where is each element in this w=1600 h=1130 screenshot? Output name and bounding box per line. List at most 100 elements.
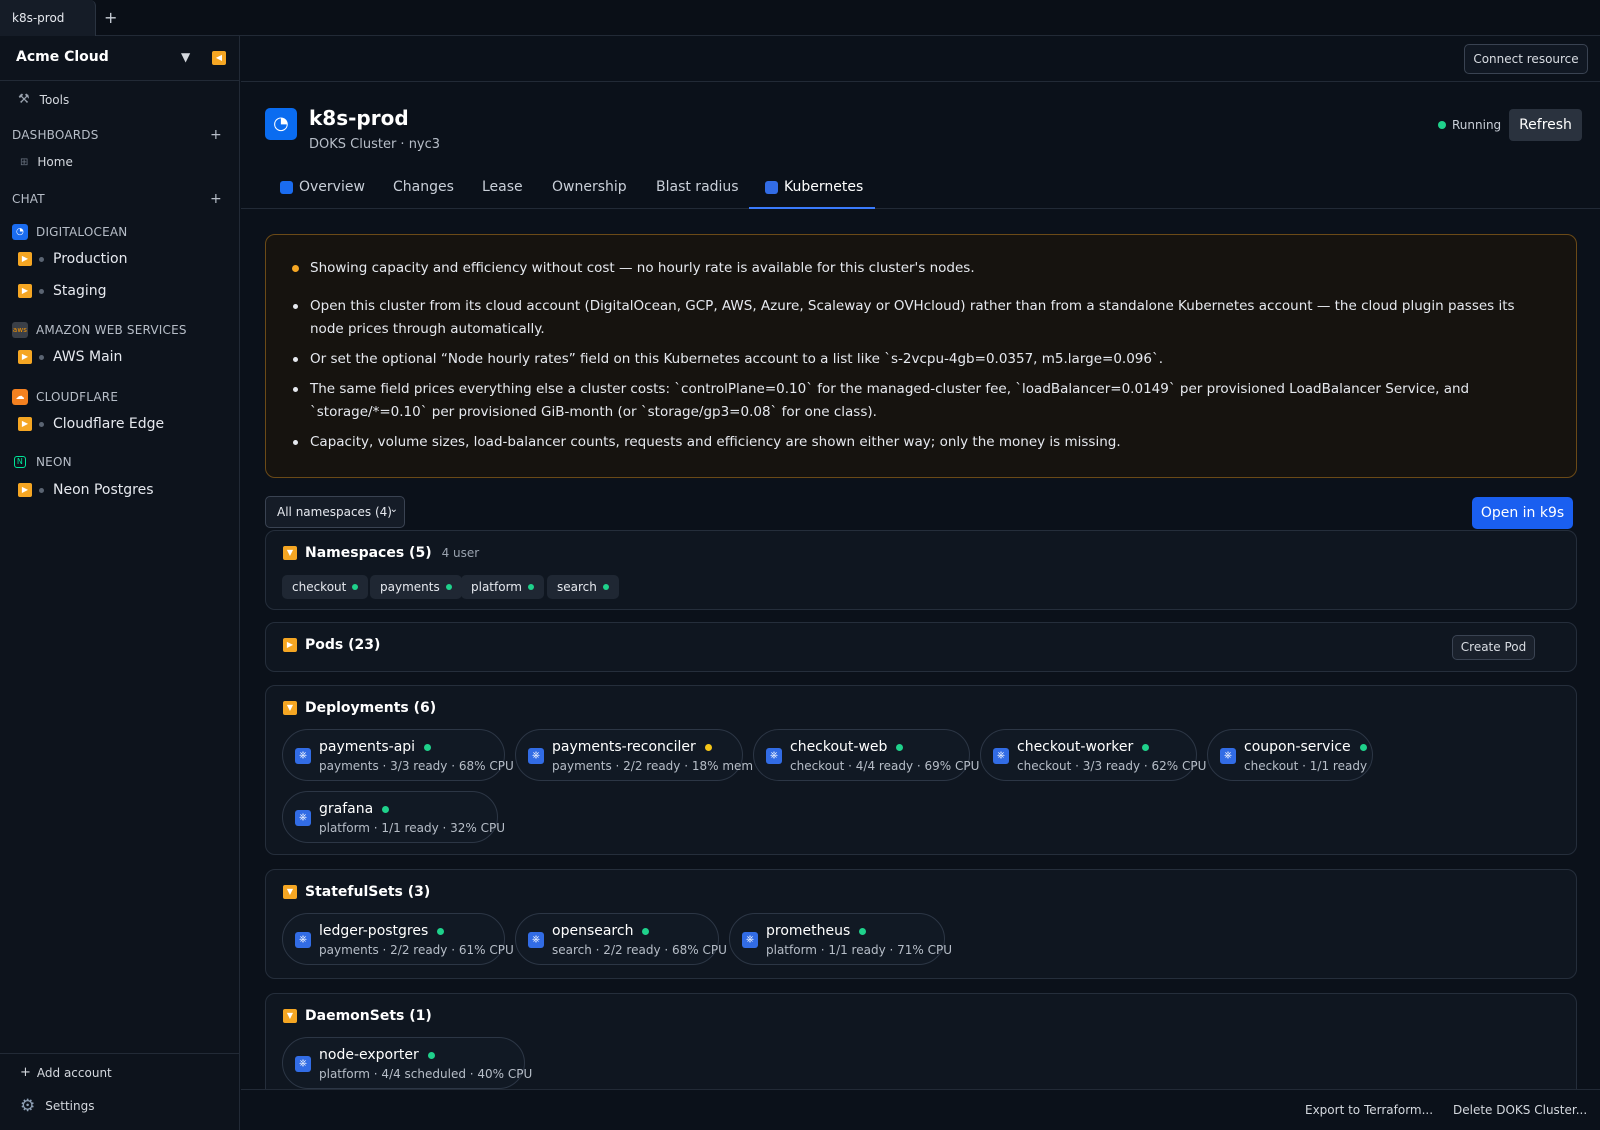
statefulsets-header[interactable]: ▼ StatefulSets (3): [283, 884, 430, 900]
add-account-button[interactable]: + Add account: [20, 1065, 112, 1080]
create-pod-button[interactable]: Create Pod: [1452, 635, 1535, 660]
tab-ownership[interactable]: Ownership: [552, 179, 627, 195]
statefulset-card[interactable]: ⎈ opensearch search · 2/2 ready · 68% CP…: [515, 913, 727, 965]
expand-icon[interactable]: ▶: [18, 417, 32, 431]
status-dot: [424, 743, 432, 751]
expand-icon[interactable]: ▶: [18, 483, 32, 497]
warning-headline: Showing capacity and efficiency without …: [310, 260, 975, 276]
namespaces-section: ▼ Namespaces (5) 4 user checkout payment…: [265, 530, 1577, 610]
status-dot: [39, 256, 44, 262]
daemonset-name: node-exporter: [319, 1047, 419, 1063]
kubernetes-icon: ⎈: [528, 748, 544, 764]
tab-kubernetes[interactable]: Kubernetes: [765, 179, 863, 195]
tab-blast-radius[interactable]: Blast radius: [656, 179, 739, 195]
statefulsets-section: ▼ StatefulSets (3) ⎈ ledger-postgres pay…: [265, 869, 1577, 979]
statefulset-card[interactable]: ⎈ prometheus platform · 1/1 ready · 71% …: [729, 913, 952, 965]
collapse-icon[interactable]: ▼: [283, 1009, 297, 1023]
statefulset-name: opensearch: [552, 923, 634, 939]
warning-bullet: Or set the optional “Node hourly rates” …: [310, 351, 1164, 367]
status-badge: Running: [1438, 118, 1501, 132]
sidebar-footer-divider: [0, 1053, 240, 1054]
namespace-chip[interactable]: payments: [370, 575, 462, 599]
sidebar-item-label: Home: [37, 155, 73, 169]
deployments-header[interactable]: ▼ Deployments (6): [283, 700, 436, 716]
namespaces-header[interactable]: ▼ Namespaces (5) 4 user: [283, 545, 479, 561]
daemonsets-header[interactable]: ▼ DaemonSets (1): [283, 1008, 432, 1024]
collapse-icon[interactable]: ▼: [283, 546, 297, 560]
namespace-select[interactable]: All namespaces (4) ⌄: [265, 496, 405, 528]
tab-overview[interactable]: Overview: [280, 179, 365, 195]
status-dot: [39, 421, 44, 427]
chip-label: checkout: [292, 580, 347, 594]
namespace-chip[interactable]: checkout: [282, 575, 369, 599]
window-tab[interactable]: k8s-prod: [0, 0, 96, 36]
org-switcher-chevron-icon[interactable]: ▼: [181, 50, 190, 64]
add-dashboard-button[interactable]: +: [210, 127, 222, 143]
tab-changes[interactable]: Changes: [393, 179, 454, 195]
collapse-sidebar-icon[interactable]: ◀: [212, 51, 226, 65]
settings-button[interactable]: ⚙ Settings: [20, 1096, 94, 1116]
aws-icon: aws: [12, 322, 28, 338]
warning-bullet: Capacity, volume sizes, load-balancer co…: [310, 434, 1121, 450]
provider-header-cloudflare: ☁ CLOUDFLARE: [12, 389, 118, 405]
deployment-card[interactable]: ⎈ checkout-worker checkout · 3/3 ready ·…: [980, 729, 1206, 781]
pods-section: ▶ Pods (23) Create Pod: [265, 622, 1577, 672]
deployment-card[interactable]: ⎈ coupon-service checkout · 1/1 ready: [1207, 729, 1373, 781]
deployment-detail: checkout · 4/4 ready · 69% CPU: [790, 759, 980, 773]
namespace-select-value: All namespaces (4): [277, 505, 392, 519]
open-in-k9s-button[interactable]: Open in k9s: [1472, 497, 1573, 529]
expand-icon[interactable]: ▶: [18, 284, 32, 298]
expand-icon[interactable]: ▶: [18, 252, 32, 266]
namespace-chip[interactable]: platform: [461, 575, 544, 599]
sidebar-item-label: Tools: [39, 92, 70, 107]
section-title: StatefulSets (3): [305, 884, 431, 900]
plus-icon: +: [20, 1065, 31, 1080]
deployment-detail: payments · 2/2 ready · 18% mem: [552, 759, 754, 773]
status-dot: [39, 354, 44, 360]
account-item-aws-main[interactable]: ▶ AWS Main: [18, 349, 122, 365]
add-chat-button[interactable]: +: [210, 191, 222, 207]
kubernetes-icon: ⎈: [528, 932, 544, 948]
refresh-button[interactable]: Refresh: [1509, 109, 1582, 141]
collapse-icon[interactable]: ▼: [283, 885, 297, 899]
section-meta: 4 user: [441, 546, 480, 560]
deployment-card[interactable]: ⎈ payments-api payments · 3/3 ready · 68…: [282, 729, 514, 781]
section-title: Namespaces (5): [305, 545, 432, 561]
resource-tabs: Overview Changes Lease Ownership Blast r…: [241, 172, 1600, 209]
daemonset-card[interactable]: ⎈ node-exporter platform · 4/4 scheduled…: [282, 1037, 532, 1089]
account-item-cloudflare-edge[interactable]: ▶ Cloudflare Edge: [18, 416, 164, 432]
deployment-card[interactable]: ⎈ grafana platform · 1/1 ready · 32% CPU: [282, 791, 505, 843]
namespace-chip[interactable]: search: [547, 575, 619, 599]
tab-label: Lease: [482, 179, 523, 195]
footer-bar: Export to Terraform... Delete DOKS Clust…: [241, 1089, 1600, 1130]
delete-cluster-button[interactable]: Delete DOKS Cluster...: [1453, 1103, 1587, 1117]
page-subtitle: DOKS Cluster · nyc3: [309, 137, 441, 152]
deployment-card[interactable]: ⎈ checkout-web checkout · 4/4 ready · 69…: [753, 729, 979, 781]
statefulset-card[interactable]: ⎈ ledger-postgres payments · 2/2 ready ·…: [282, 913, 514, 965]
pods-header[interactable]: ▶ Pods (23): [283, 637, 380, 653]
settings-label: Settings: [45, 1099, 95, 1113]
provider-header-digitalocean: ◔ DIGITALOCEAN: [12, 224, 127, 240]
expand-icon[interactable]: ▶: [283, 638, 297, 652]
collapse-icon[interactable]: ▼: [283, 701, 297, 715]
expand-icon[interactable]: ▶: [18, 350, 32, 364]
status-dot: [39, 288, 44, 294]
sidebar-item-tools[interactable]: ⚒ Tools: [18, 92, 69, 107]
tab-lease[interactable]: Lease: [482, 179, 523, 195]
kubernetes-icon: ⎈: [295, 1056, 311, 1072]
status-dot: [602, 584, 609, 590]
deployment-card[interactable]: ⎈ payments-reconciler payments · 2/2 rea…: [515, 729, 753, 781]
provider-header-neon: N NEON: [12, 455, 72, 469]
bullet-dot: [293, 387, 298, 392]
account-item-staging[interactable]: ▶ Staging: [18, 283, 107, 299]
kubernetes-icon: ⎈: [295, 932, 311, 948]
account-item-production[interactable]: ▶ Production: [18, 251, 127, 267]
org-name[interactable]: Acme Cloud: [16, 49, 109, 65]
chevron-down-icon: ⌄: [389, 504, 398, 515]
new-tab-button[interactable]: +: [104, 8, 117, 27]
sidebar-item-home[interactable]: ⊞ Home: [20, 155, 73, 169]
account-item-neon-postgres[interactable]: ▶ Neon Postgres: [18, 482, 154, 498]
connect-resource-button[interactable]: Connect resource: [1464, 44, 1588, 74]
export-terraform-button[interactable]: Export to Terraform...: [1305, 1103, 1433, 1117]
status-dot: [382, 805, 390, 813]
